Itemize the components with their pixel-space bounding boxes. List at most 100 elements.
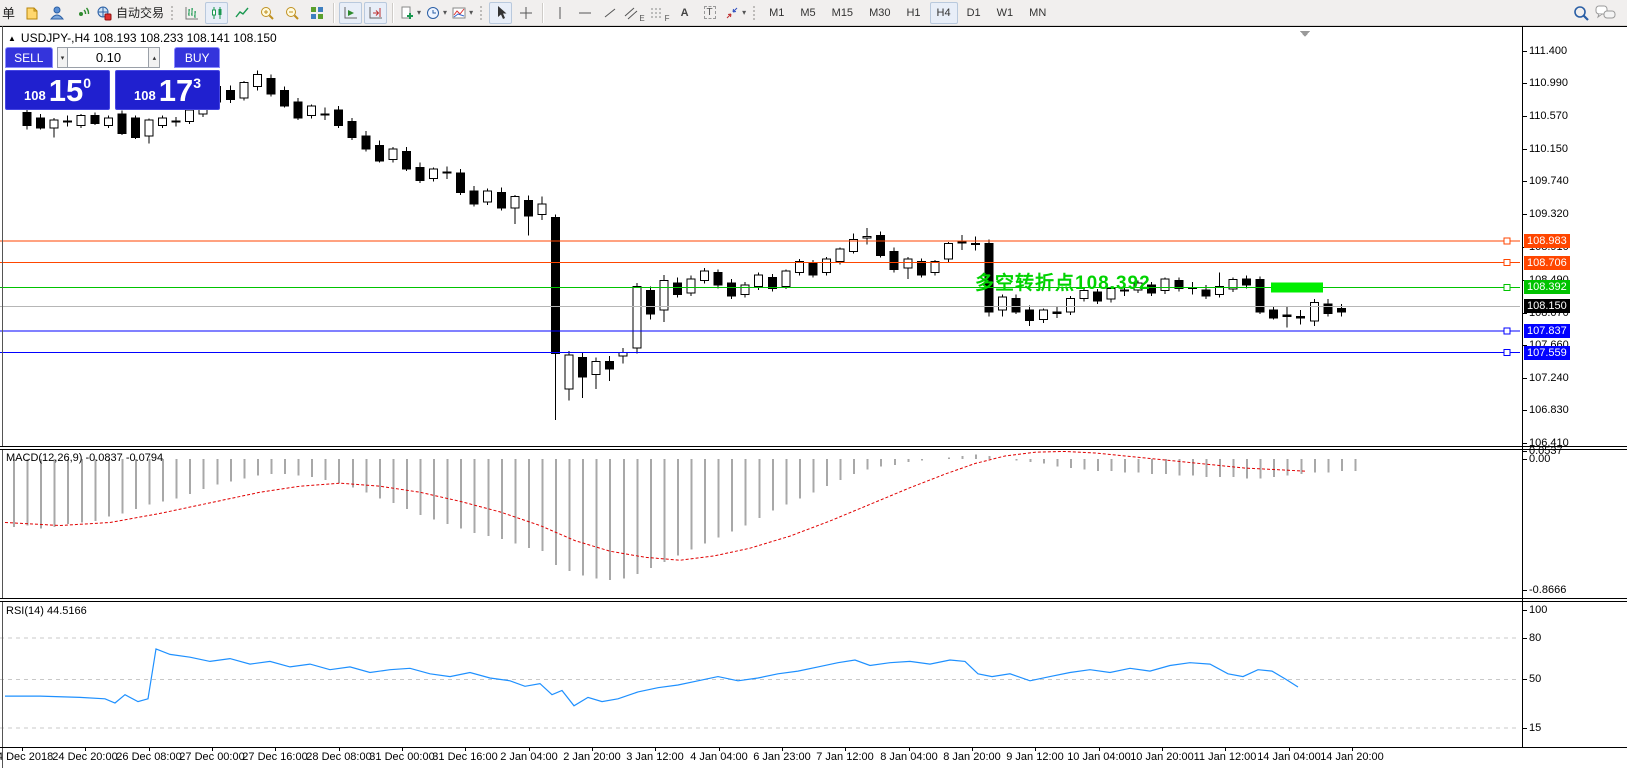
timeframe-M15[interactable]: M15: [825, 2, 860, 24]
candle[interactable]: [267, 78, 275, 94]
candle[interactable]: [524, 200, 532, 216]
candle[interactable]: [1297, 317, 1305, 319]
candle[interactable]: [958, 242, 966, 243]
indicators-icon[interactable]: ▾: [450, 2, 474, 24]
candle[interactable]: [795, 262, 803, 273]
signal-icon[interactable]: [70, 2, 93, 24]
candle[interactable]: [470, 191, 478, 204]
timeframe-H1[interactable]: H1: [899, 2, 927, 24]
candle[interactable]: [443, 172, 451, 173]
candle[interactable]: [646, 291, 654, 315]
timeframe-W1[interactable]: W1: [990, 2, 1021, 24]
candle[interactable]: [375, 145, 383, 161]
candle[interactable]: [104, 118, 112, 126]
candle[interactable]: [1026, 310, 1034, 320]
candle[interactable]: [1066, 298, 1074, 311]
candle[interactable]: [917, 262, 925, 275]
horizontal-line-icon[interactable]: [573, 2, 596, 24]
pane-separator[interactable]: [0, 598, 1627, 602]
candle[interactable]: [822, 259, 830, 272]
highlight-bar[interactable]: [1271, 282, 1323, 292]
candle[interactable]: [836, 249, 844, 262]
candle[interactable]: [551, 218, 559, 354]
candle[interactable]: [186, 110, 194, 122]
toolbar-grip[interactable]: [479, 5, 484, 21]
text-icon[interactable]: A: [673, 2, 696, 24]
profiles-clock-icon[interactable]: ▾: [424, 2, 448, 24]
candle[interactable]: [579, 357, 587, 377]
fibonacci-icon[interactable]: F: [648, 2, 671, 24]
sell-price-box[interactable]: 108 15 0: [5, 70, 110, 110]
candle[interactable]: [538, 204, 546, 214]
candle[interactable]: [253, 75, 261, 87]
candle[interactable]: [497, 192, 505, 208]
market-watch-icon[interactable]: [45, 2, 68, 24]
candle[interactable]: [565, 355, 573, 389]
candle[interactable]: [633, 287, 641, 348]
candle[interactable]: [592, 361, 600, 374]
candle[interactable]: [37, 118, 45, 128]
candle[interactable]: [1039, 310, 1047, 319]
candle[interactable]: [741, 285, 749, 294]
timeframe-D1[interactable]: D1: [960, 2, 988, 24]
time-axis[interactable]: 24 Dec 201824 Dec 20:0026 Dec 08:0027 De…: [0, 748, 1627, 768]
lot-increase-button[interactable]: ▴: [148, 47, 160, 68]
toolbar-grip[interactable]: [170, 5, 175, 21]
candle[interactable]: [606, 361, 614, 369]
candle[interactable]: [782, 271, 790, 287]
candle[interactable]: [1283, 315, 1291, 317]
candle[interactable]: [131, 118, 139, 138]
auto-scroll-icon[interactable]: [339, 2, 362, 24]
candle[interactable]: [240, 82, 248, 98]
candle[interactable]: [23, 112, 31, 125]
macd-pane[interactable]: [0, 450, 1520, 598]
lot-size-input[interactable]: [68, 47, 148, 68]
candle[interactable]: [64, 121, 72, 122]
candle[interactable]: [1337, 309, 1345, 312]
toolbar-grip[interactable]: [752, 5, 757, 21]
candle[interactable]: [701, 271, 709, 280]
candle[interactable]: [687, 279, 695, 293]
candle[interactable]: [321, 114, 329, 115]
candle[interactable]: [457, 173, 465, 193]
candle[interactable]: [430, 169, 438, 178]
cursor-icon[interactable]: [489, 2, 512, 24]
sell-button[interactable]: SELL: [5, 47, 53, 68]
new-chart-icon[interactable]: ▾: [398, 2, 422, 24]
vertical-line-icon[interactable]: [548, 2, 571, 24]
chart-shift-marker[interactable]: [1300, 31, 1310, 37]
bar-chart-icon[interactable]: [180, 2, 203, 24]
candle[interactable]: [1270, 310, 1278, 318]
line-handle[interactable]: [1504, 238, 1510, 244]
candle[interactable]: [362, 136, 370, 149]
candle[interactable]: [402, 152, 410, 169]
price-axis[interactable]: 111.400110.990110.570110.150109.740109.3…: [1523, 0, 1627, 768]
line-handle[interactable]: [1504, 260, 1510, 266]
candle[interactable]: [1324, 304, 1332, 313]
candle[interactable]: [1243, 279, 1251, 285]
auto-trading-button[interactable]: 自动交易: [95, 2, 165, 24]
search-icon[interactable]: [1569, 2, 1592, 24]
line-handle[interactable]: [1504, 350, 1510, 356]
candle[interactable]: [280, 90, 288, 106]
partial-order-label[interactable]: 单: [2, 3, 15, 22]
candle[interactable]: [145, 120, 153, 136]
candle[interactable]: [172, 121, 180, 122]
rsi-pane[interactable]: [0, 602, 1520, 747]
equidistant-channel-icon[interactable]: E: [623, 2, 646, 24]
timeframe-MN[interactable]: MN: [1022, 2, 1053, 24]
candle[interactable]: [1161, 279, 1169, 291]
timeframe-H4[interactable]: H4: [930, 2, 958, 24]
candle[interactable]: [389, 149, 397, 159]
candle[interactable]: [999, 297, 1007, 310]
candle[interactable]: [484, 191, 492, 202]
candle[interactable]: [1053, 312, 1061, 314]
pane-separator[interactable]: [0, 446, 1627, 450]
candle[interactable]: [416, 167, 424, 180]
candle[interactable]: [944, 243, 952, 259]
candle[interactable]: [1202, 290, 1210, 296]
line-handle[interactable]: [1504, 284, 1510, 290]
crosshair-icon[interactable]: [514, 2, 537, 24]
candle[interactable]: [118, 114, 126, 134]
candle[interactable]: [1215, 287, 1223, 295]
